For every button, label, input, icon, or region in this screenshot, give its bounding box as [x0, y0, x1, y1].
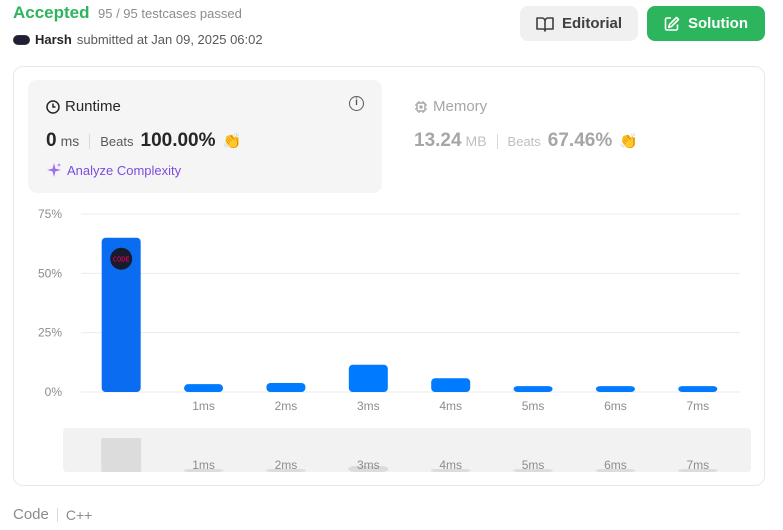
runtime-value: 0 — [46, 130, 57, 151]
clap-hands-icon: 👏 — [619, 133, 638, 150]
submitted-time: submitted at Jan 09, 2025 06:02 — [76, 32, 263, 47]
overview-bar — [101, 438, 142, 472]
info-icon[interactable]: i — [349, 96, 364, 111]
clock-icon — [46, 99, 60, 114]
y-tick-label: 0% — [45, 385, 63, 399]
y-tick-label: 50% — [38, 266, 62, 280]
chip-icon — [415, 100, 427, 113]
chart-overview — [63, 428, 751, 472]
metric-divider — [89, 133, 91, 149]
runtime-distribution-chart[interactable]: 75% 50% 25% 0% CODE 1ms 2ms 3ms 4ms 5ms 6ms 7ms 1ms 2… — [14, 202, 764, 482]
status-accepted: Accepted — [13, 3, 90, 22]
overview-tick-label: 6ms — [604, 458, 627, 472]
avatar[interactable] — [13, 34, 30, 45]
memory-value: 13.24 — [414, 130, 462, 151]
memory-title-label: Memory — [433, 98, 488, 115]
runtime-unit: ms — [60, 133, 80, 149]
chart-bar[interactable] — [513, 386, 553, 392]
chart-canvas: 75% 50% 25% 0% CODE 1ms 2ms 3ms 4ms 5ms 6ms 7ms 1ms 2… — [38, 207, 751, 472]
x-tick-label: 5ms — [522, 399, 545, 413]
memory-title: Memory — [414, 98, 487, 115]
overview-tick-label: 2ms — [275, 458, 298, 472]
x-tick-label: 2ms — [275, 399, 298, 413]
runtime-title-label: Runtime — [65, 98, 121, 115]
memory-metric: 13.24 MB Beats 67.46% 👏 — [414, 130, 638, 152]
code-label: Code — [13, 506, 49, 523]
runtime-title: Runtime — [46, 98, 121, 115]
chart-bar[interactable] — [431, 378, 471, 392]
language-label[interactable]: C++ — [66, 507, 92, 523]
runtime-panel[interactable]: Runtime i 0 ms Beats 100.00% 👏 Analyze C… — [28, 80, 382, 193]
sparkle-icon — [47, 163, 61, 177]
footer-divider — [56, 507, 58, 522]
marker-label: CODE — [113, 256, 130, 264]
x-tick-label: 6ms — [604, 399, 627, 413]
editorial-label: Editorial — [561, 15, 622, 32]
runtime-beats-label: Beats — [100, 134, 134, 149]
chart-bar[interactable] — [266, 382, 306, 392]
solution-button[interactable]: Solution — [647, 6, 765, 41]
edit-icon — [664, 16, 680, 31]
overview-tick-label: 5ms — [522, 458, 545, 472]
analyze-complexity-label: Analyze Complexity — [67, 162, 182, 178]
analyze-complexity-link[interactable]: Analyze Complexity — [46, 162, 181, 178]
memory-beats-value: 67.46% — [547, 130, 613, 151]
code-footer: Code C++ — [13, 506, 92, 523]
memory-beats-label: Beats — [507, 134, 541, 149]
submission-header: Accepted 95 / 95 testcases passed Harsh … — [13, 0, 773, 60]
solution-label: Solution — [688, 15, 748, 32]
book-icon — [536, 16, 554, 32]
x-tick-label: 4ms — [439, 399, 462, 413]
clap-hands-icon: 👏 — [222, 133, 242, 150]
memory-panel[interactable]: Memory 13.24 MB Beats 67.46% 👏 — [414, 80, 754, 193]
result-card: Runtime i 0 ms Beats 100.00% 👏 Analyze C… — [13, 66, 765, 486]
chart-bar[interactable] — [184, 384, 224, 392]
chart-bar[interactable] — [348, 364, 388, 392]
overview-tick-label: 3ms — [357, 458, 380, 472]
chart-bar[interactable] — [595, 386, 635, 392]
y-tick-label: 75% — [38, 207, 62, 221]
overview-tick-label: 1ms — [192, 458, 215, 472]
chart-bar[interactable] — [678, 386, 718, 392]
overview-tick-label: 4ms — [439, 458, 462, 472]
metric-divider — [496, 133, 498, 149]
memory-unit: MB — [465, 133, 487, 149]
submission-info: Harsh submitted at Jan 09, 2025 06:02 — [13, 32, 263, 47]
username-link[interactable]: Harsh — [35, 32, 72, 47]
runtime-beats-value: 100.00% — [140, 130, 216, 151]
editorial-button[interactable]: Editorial — [520, 6, 638, 41]
testcases-passed: 95 / 95 testcases passed — [98, 6, 242, 21]
x-tick-label: 3ms — [357, 399, 380, 413]
y-tick-label: 25% — [38, 326, 62, 340]
runtime-metric: 0 ms Beats 100.00% 👏 — [46, 130, 241, 152]
x-tick-label: 7ms — [686, 399, 709, 413]
x-tick-label: 1ms — [192, 399, 215, 413]
overview-tick-label: 7ms — [686, 458, 709, 472]
